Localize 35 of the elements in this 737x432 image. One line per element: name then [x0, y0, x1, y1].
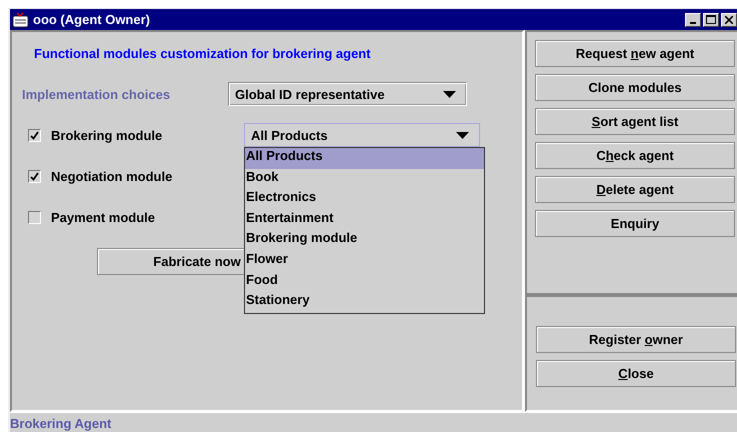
panel-heading: Functional modules customization for brokering agent [34, 46, 372, 62]
action-button[interactable]: Clone modules [535, 74, 735, 101]
checkbox-label: Brokering module [51, 128, 162, 142]
checkbox[interactable] [28, 128, 41, 142]
action-button[interactable]: Register owner [536, 326, 736, 353]
dropdown-option[interactable]: Brokering module [245, 230, 484, 251]
action-button[interactable]: Check agent [535, 142, 735, 169]
checkbox-label: Negotiation module [51, 168, 172, 184]
field-label: Implementation choices [22, 86, 172, 102]
checkbox-label: Payment module [51, 210, 156, 224]
dropdown-arrow-icon [456, 132, 469, 138]
dropdown-option[interactable]: All Products [245, 148, 484, 169]
action-button[interactable]: Delete agent [535, 176, 735, 203]
close-button[interactable] [721, 12, 737, 26]
dropdown-option[interactable]: Book [245, 168, 484, 190]
minimize-icon [690, 22, 696, 24]
dropdown-option[interactable]: Electronics [245, 189, 484, 210]
status-bar: Brokering Agent [10, 412, 737, 432]
action-button[interactable]: Sort agent list [535, 108, 735, 135]
action-button[interactable]: Close [536, 360, 736, 387]
window-title: ooo (Agent Owner) [33, 12, 150, 27]
dropdown-option[interactable]: Stationery [245, 292, 484, 313]
dropdown-arrow-icon [443, 90, 456, 98]
action-button[interactable]: Enquiry [535, 210, 735, 237]
checkbox[interactable] [28, 210, 41, 224]
maximize-icon [706, 15, 716, 24]
checkbox[interactable] [28, 170, 41, 182]
action-button[interactable]: Request new agent [535, 40, 735, 67]
maximize-button[interactable] [703, 12, 719, 26]
dropdown[interactable]: Global ID representative [228, 82, 467, 106]
minimize-button[interactable] [685, 12, 701, 26]
close-icon [725, 16, 733, 24]
dropdown[interactable]: All Products [244, 123, 480, 147]
dropdown-option[interactable]: Entertainment [245, 210, 484, 230]
app-icon [12, 12, 29, 28]
